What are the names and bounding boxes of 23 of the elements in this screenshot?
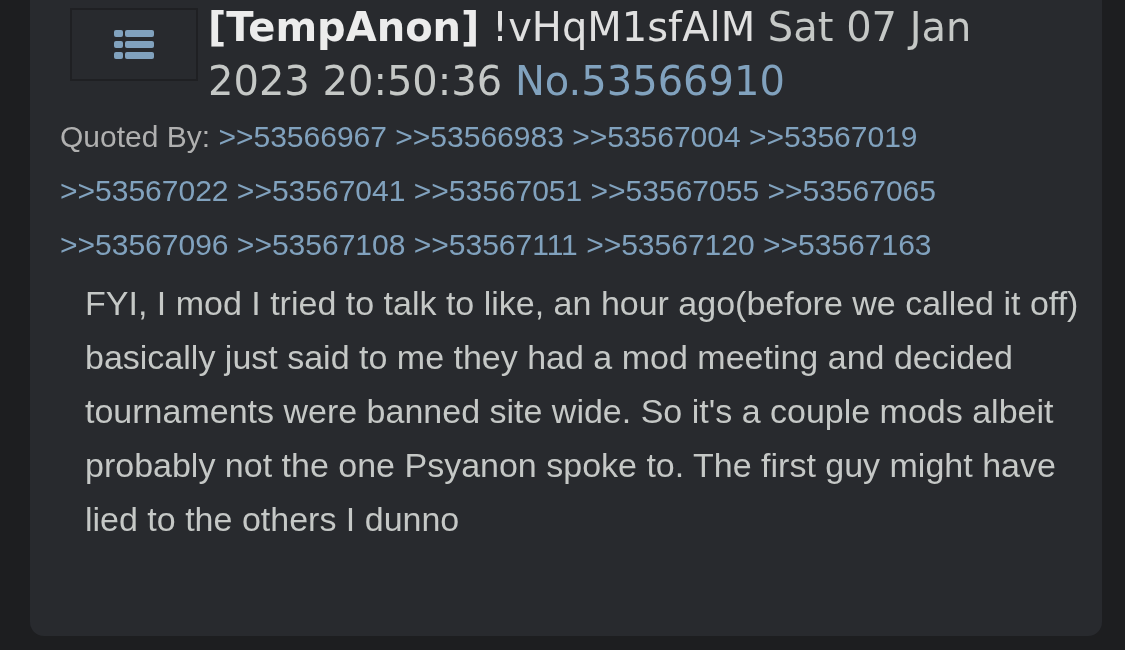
post-message: FYI, I mod I tried to talk to like, an hour ago(before we called it off) basically just said to me they had a mod meeting and decided tournaments were banned site wide. So it's a couple mods albeit probably not the one Psyanon spoke to. The first guy might have lied to the others I dunno bbox=[85, 283, 1080, 540]
quote-link[interactable]: >>53567051 bbox=[413, 174, 583, 207]
quote-link[interactable]: >>53567055 bbox=[590, 174, 760, 207]
post-date: Sat 07 Jan bbox=[767, 4, 972, 50]
quote-link[interactable]: >>53567022 bbox=[60, 174, 229, 207]
quote-link[interactable]: >>53567120 bbox=[586, 228, 755, 261]
quote-link[interactable]: >>53566967 bbox=[218, 120, 387, 153]
quote-link[interactable]: >>53567108 bbox=[236, 228, 406, 261]
quote-link[interactable]: >>53567163 bbox=[763, 228, 932, 261]
list-icon bbox=[114, 29, 154, 60]
quote-link[interactable]: >>53567096 bbox=[60, 228, 229, 261]
post-number-link[interactable]: No.53566910 bbox=[514, 58, 785, 104]
quoted-by-label: Quoted By: bbox=[60, 120, 211, 153]
quote-link[interactable]: >>53566983 bbox=[395, 120, 564, 153]
tripcode: !vHqM1sfAlM bbox=[492, 4, 756, 50]
quote-link[interactable]: >>53567019 bbox=[749, 120, 918, 153]
quote-link[interactable]: >>53567004 bbox=[572, 120, 741, 153]
quote-link[interactable]: >>53567111 bbox=[413, 228, 578, 261]
quote-link[interactable]: >>53567041 bbox=[236, 174, 406, 207]
poster-name: [TempAnon] bbox=[208, 4, 480, 50]
quote-link[interactable]: >>53567065 bbox=[767, 174, 936, 207]
menu-button[interactable] bbox=[70, 8, 198, 81]
post-date: 2023 20:50:36 bbox=[208, 58, 503, 104]
